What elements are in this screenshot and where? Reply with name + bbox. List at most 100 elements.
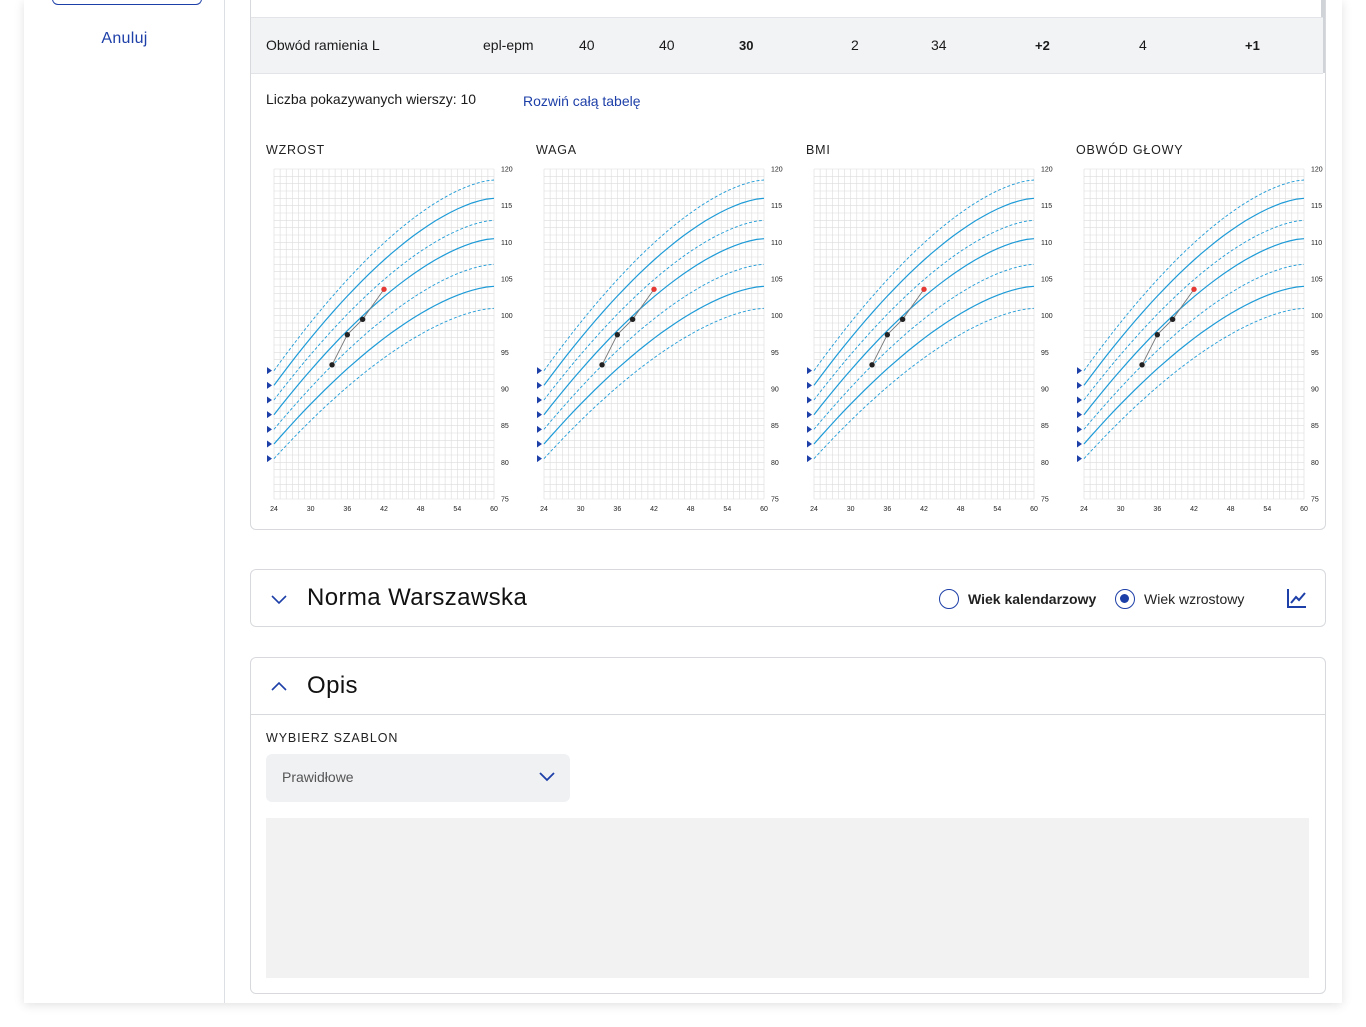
percentile-marker [1077,440,1082,448]
percentile-marker [267,411,272,419]
percentile-marker [807,396,812,404]
measurement-point[interactable] [1154,332,1161,338]
radio-circle[interactable] [939,589,959,609]
radio-height-label: Wiek wzrostowy [1144,591,1245,607]
x-tick-label: 54 [1263,506,1271,513]
y-tick-label: 115 [1311,203,1322,210]
y-tick-label: 105 [501,277,513,284]
percentile-marker [807,440,812,448]
chart-bmi: BMI 24 30 36 42 48 54 60 75 80 85 90 95 100 105 110 115… [806,140,1068,520]
y-tick-label: 100 [771,313,783,320]
chart-grid [813,168,1035,500]
measurement-point[interactable] [344,332,351,338]
radio-height-age[interactable]: Wiek wzrostowy [1115,589,1244,609]
measurement-point[interactable] [899,316,906,323]
percentile-marker [807,411,812,419]
measurement-point[interactable] [381,286,387,292]
template-label: WYBIERZ SZABLON [266,731,399,745]
description-textarea[interactable] [266,818,1309,978]
measurement-point[interactable] [614,332,621,338]
x-tick-label: 36 [1153,506,1161,513]
y-tick-label: 85 [501,423,509,430]
expand-table-link[interactable]: Rozwiń całą tabelę [523,93,641,109]
row-value-7: 4 [1139,37,1147,53]
x-tick-label: 48 [957,506,965,513]
measurement-point[interactable] [869,362,875,368]
growth-chart-svg: 24 30 36 42 48 54 6075 80 85 90 95 100 105 110 115 120 [537,167,783,513]
y-tick-label: 75 [771,497,779,504]
chart-line-icon[interactable] [1285,586,1309,610]
row-value-5: 34 [931,37,947,53]
x-tick-label: 42 [650,506,658,513]
y-tick-label: 95 [501,350,509,357]
y-tick-label: 90 [1311,387,1319,394]
y-tick-label: 80 [771,460,779,467]
measurement-point[interactable] [884,332,891,338]
main-frame: Anuluj Obwód ramienia L epl-epm 40 40 30… [24,0,1342,1003]
y-tick-label: 115 [771,203,782,210]
row-value-6: +2 [1035,38,1050,53]
template-select[interactable]: Prawidłowe [266,754,570,802]
y-tick-label: 80 [1311,460,1319,467]
percentile-marker [1077,425,1082,433]
y-tick-label: 120 [1311,167,1323,174]
percentile-marker [537,455,542,463]
measurement-line [331,289,385,366]
sidebar-top-button[interactable] [52,0,202,5]
opis-card: Opis WYBIERZ SZABLON Prawidłowe [250,657,1326,994]
measurement-point[interactable] [599,362,605,368]
measurement-point[interactable] [329,362,335,368]
cancel-link[interactable]: Anuluj [24,30,225,48]
row-value-2: 40 [659,37,675,53]
chevron-down-icon[interactable] [270,590,288,608]
percentile-marker [267,425,272,433]
measurement-point[interactable] [651,286,657,292]
opis-title: Opis [307,672,358,699]
chart-grid [1083,168,1305,500]
percentile-marker [1077,381,1082,389]
y-tick-label: 120 [1041,167,1053,174]
row-value-3: 30 [739,38,754,53]
y-tick-label: 90 [771,387,779,394]
percentile-marker [537,440,542,448]
norma-card: Norma Warszawska Wiek kalendarzowy Wiek … [250,569,1326,627]
measurement-point[interactable] [359,316,366,323]
x-tick-label: 24 [270,506,278,513]
percentile-marker [537,381,542,389]
y-tick-label: 85 [1311,423,1319,430]
template-select-value: Prawidłowe [282,769,354,785]
measurement-point[interactable] [629,316,636,323]
y-tick-label: 90 [501,387,509,394]
x-tick-label: 30 [307,506,315,513]
y-tick-label: 110 [1041,240,1052,247]
chevron-up-icon[interactable] [270,678,288,696]
measurement-point[interactable] [1139,362,1145,368]
row-value-1: 40 [579,37,595,53]
growth-chart-svg: 24 30 36 42 48 54 6075 80 85 90 95 100 105 110 115 120 [807,167,1053,513]
percentile-marker [267,396,272,404]
y-tick-label: 115 [1041,203,1052,210]
x-tick-label: 30 [1117,506,1125,513]
y-tick-label: 85 [1041,423,1049,430]
measurement-point[interactable] [1169,316,1176,323]
y-tick-label: 95 [1041,350,1049,357]
measurement-line [601,289,655,366]
x-tick-label: 48 [687,506,695,513]
divider [251,714,1325,715]
chevron-down-icon [539,772,555,782]
x-tick-label: 36 [613,506,621,513]
percentile-marker [807,367,812,375]
radio-circle-checked[interactable] [1115,589,1135,609]
radio-calendar-label: Wiek kalendarzowy [968,591,1097,607]
measurement-point[interactable] [1191,286,1197,292]
percentile-marker [267,381,272,389]
y-tick-label: 90 [1041,387,1049,394]
x-tick-label: 54 [453,506,461,513]
measurement-point[interactable] [921,286,927,292]
radio-calendar-age[interactable]: Wiek kalendarzowy [939,589,1096,609]
x-tick-label: 54 [723,506,731,513]
chart-wzrost: WZROST 24 30 36 42 48 54 60 75 80 85 90 95 100 105 110… [266,140,528,520]
row-value-8: +1 [1245,38,1260,53]
y-tick-label: 100 [1311,313,1323,320]
chart-title: WAGA [536,143,577,157]
